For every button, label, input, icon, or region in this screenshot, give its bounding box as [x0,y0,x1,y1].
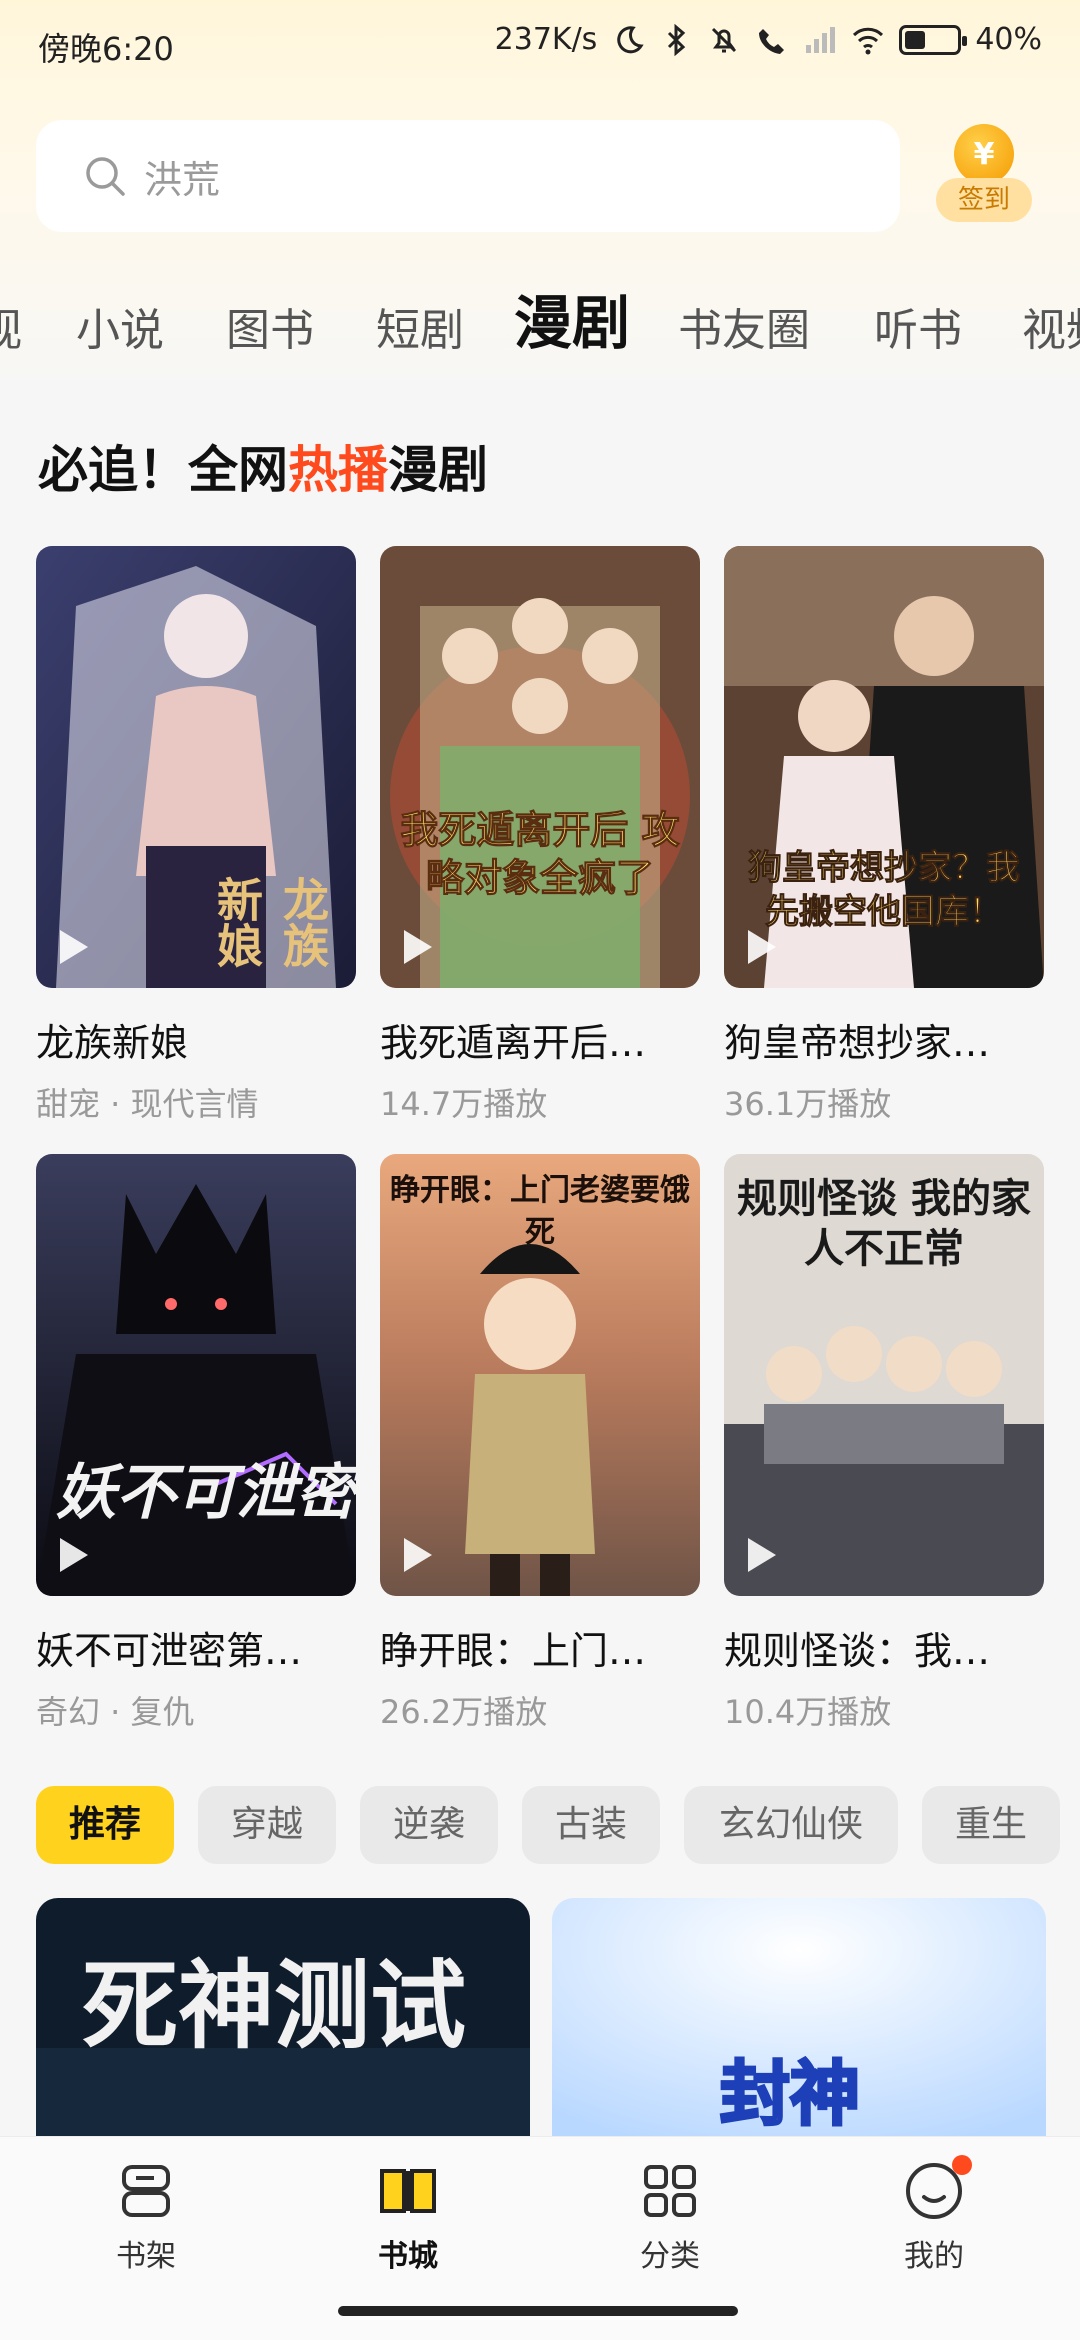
section-title-suffix: 漫剧 [388,441,488,499]
wifi-icon [853,27,884,54]
nav-profile[interactable]: 我的 [864,2155,1004,2275]
drama-cover: 狗皇帝想抄家？我先搬空他国库！ [724,546,1044,988]
section-title: 必追！全网热播漫剧 [38,430,488,502]
status-indicators: 237K/s 40% [495,22,1042,57]
chip-fantasy[interactable]: 玄幻仙侠 [684,1786,898,1864]
tab-comic-drama[interactable]: 漫剧 [514,276,630,360]
network-speed: 237K/s [494,22,598,57]
banner-title: 死神测试 [82,1950,466,2062]
drama-meta: 14.7万播放 [380,1085,548,1123]
signin-button[interactable]: ¥ 签到 [934,124,1034,228]
nav-label: 分类 [640,2239,700,2274]
play-icon [404,1538,432,1572]
drama-title: 我死遁离开后… [380,1021,647,1065]
chip-recommended[interactable]: 推荐 [36,1786,174,1864]
drama-cover: 龙族新娘 [36,546,356,988]
signal-icon [806,26,836,53]
drama-cover: 规则怪谈 我的家人不正常 [724,1154,1044,1596]
cover-image [380,546,700,988]
drama-card[interactable]: 妖不可泄密 妖不可泄密第… 奇幻 · 复仇 [36,1154,356,1733]
battery-text: 40% [975,22,1042,57]
section-title-hot: 热播 [288,441,388,499]
drama-meta: 甜宠 · 现代言情 [36,1085,259,1123]
moon-icon [617,25,644,53]
cover-title: 规则怪谈 我的家人不正常 [737,1176,1031,1272]
search-icon [86,157,125,196]
nav-label: 我的 [904,2239,964,2274]
cover-title: 龙族新娘 [210,876,330,968]
banner-card[interactable]: 死神测试 [36,1898,530,2158]
drama-card[interactable]: 规则怪谈 我的家人不正常 规则怪谈：我… 10.4万播放 [724,1154,1044,1733]
status-time: 傍晚6:20 [38,30,174,68]
play-icon [404,930,432,964]
drama-meta: 26.2万播放 [380,1693,548,1731]
play-icon [748,1538,776,1572]
search-placeholder: 洪荒 [144,157,221,202]
battery-icon [899,24,968,55]
play-icon [60,930,88,964]
tab-book-circle[interactable]: 书友圈 [678,294,810,358]
nav-label: 书架 [116,2239,176,2274]
drama-cover: 睁开眼：上门老婆要饿死 [380,1154,700,1596]
home-indicator[interactable] [338,2306,738,2316]
drama-card[interactable]: 我死遁离开后 攻略对象全疯了 我死遁离开后… 14.7万播放 [380,546,700,1125]
nav-bookstore[interactable]: 书城 [338,2159,478,2275]
notification-dot [952,2155,972,2175]
play-icon [60,1538,88,1572]
search-input[interactable]: 洪荒 [36,120,900,232]
chip-time-travel[interactable]: 穿越 [198,1786,336,1864]
drama-card[interactable]: 龙族新娘 龙族新娘 甜宠 · 现代言情 [36,546,356,1125]
tab-novel[interactable]: 小说 [76,294,164,358]
nav-label: 书城 [378,2239,438,2274]
chip-rebirth[interactable]: 重生 [922,1786,1060,1864]
tab-video-partial[interactable]: 视 [0,294,22,358]
play-icon [748,930,776,964]
chip-comeback[interactable]: 逆袭 [360,1786,498,1864]
banner-title: 封神 [719,2052,862,2137]
cover-title: 妖不可泄密 [56,1458,356,1528]
status-bar: 傍晚6:20 237K/s 40% [0,0,1080,92]
app-screen: 傍晚6:20 237K/s 40% 洪荒 ¥ 签到 视 小说 图书 短剧 漫剧 … [0,0,1080,2340]
nav-category[interactable]: 分类 [600,2159,740,2275]
banner-card[interactable]: 封神 [552,1898,1046,2158]
drama-title: 妖不可泄密第… [36,1629,303,1673]
battery-level [905,30,926,49]
drama-meta: 36.1万播放 [724,1085,892,1123]
drama-cover: 我死遁离开后 攻略对象全疯了 [380,546,700,988]
bookstore-icon [376,2159,440,2223]
drama-cover: 妖不可泄密 [36,1154,356,1596]
drama-meta: 奇幻 · 复仇 [36,1693,195,1731]
coin-icon: ¥ [954,124,1014,184]
section-title-prefix: 必追！全网 [38,441,288,499]
drama-meta: 10.4万播放 [724,1693,892,1731]
profile-icon [902,2155,972,2223]
cover-title: 我死遁离开后 攻略对象全疯了 [400,808,680,901]
tab-video[interactable]: 视频 [1022,294,1080,358]
drama-title: 龙族新娘 [36,1021,189,1065]
drama-title: 规则怪谈：我… [724,1629,991,1673]
signin-label: 签到 [936,178,1032,222]
bluetooth-icon [668,23,686,56]
tab-books[interactable]: 图书 [226,294,314,358]
cover-title: 睁开眼：上门老婆要饿死 [390,1173,690,1250]
drama-card[interactable]: 狗皇帝想抄家？我先搬空他国库！ 狗皇帝想抄家… 36.1万播放 [724,546,1044,1125]
tab-audiobook[interactable]: 听书 [874,294,962,358]
mute-bell-icon [712,27,737,52]
call-icon [759,28,785,54]
drama-title: 狗皇帝想抄家… [724,1021,991,1065]
nav-bookshelf[interactable]: 书架 [76,2159,216,2275]
drama-title: 睁开眼：上门… [380,1629,647,1673]
cover-title: 狗皇帝想抄家？我先搬空他国库！ [748,848,1021,933]
category-tabs: 视 小说 图书 短剧 漫剧 书友圈 听书 视频 [0,270,1080,370]
category-icon [638,2159,702,2223]
chip-costume[interactable]: 古装 [522,1786,660,1864]
tab-short-drama[interactable]: 短剧 [376,294,464,358]
bookshelf-icon [114,2159,178,2223]
drama-card[interactable]: 睁开眼：上门老婆要饿死 睁开眼：上门… 26.2万播放 [380,1154,700,1733]
